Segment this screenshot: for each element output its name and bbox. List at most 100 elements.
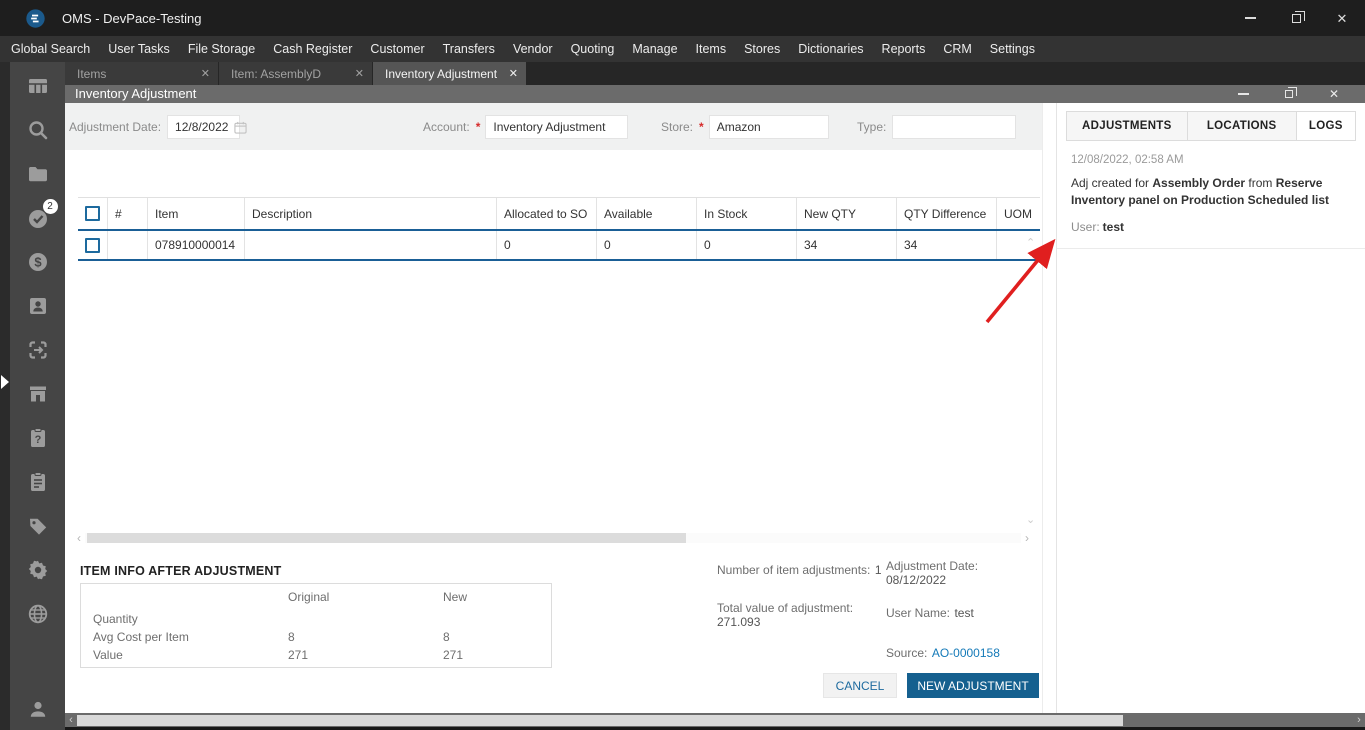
tab-item-assemblyd-label: Item: AssemblyD — [231, 66, 322, 81]
item-info-row-quantity-label: Quantity — [93, 612, 138, 626]
sidebar-expander-arrow-icon[interactable] — [1, 375, 9, 389]
menu-vendor[interactable]: Vendor — [504, 36, 562, 62]
col-uom[interactable]: UOM — [997, 198, 1040, 229]
menu-user-tasks[interactable]: User Tasks — [99, 36, 179, 62]
svg-text:?: ? — [34, 434, 41, 446]
sidebar-item-web[interactable] — [25, 601, 51, 627]
table-scrollbar-thumb[interactable] — [87, 533, 687, 543]
adjustment-date-label: Adjustment Date: — [69, 120, 162, 134]
scroll-down-chevron-icon[interactable]: ⌄ — [1026, 513, 1035, 526]
cell-item: 078910000014 — [148, 231, 245, 259]
sidebar-item-settings[interactable] — [25, 557, 51, 583]
tab-item-assemblyd[interactable]: Item: AssemblyD ✕ — [219, 62, 372, 85]
inner-restore-icon[interactable] — [1284, 87, 1297, 98]
menu-manage[interactable]: Manage — [623, 36, 686, 62]
close-button[interactable]: ✕ — [1319, 0, 1365, 36]
sidebar-item-contacts[interactable] — [25, 293, 51, 319]
sidebar-item-search[interactable] — [25, 117, 51, 143]
table-horizontal-scrollbar[interactable]: ‹ › — [73, 530, 1033, 546]
scroll-left-arrow-icon[interactable]: ‹ — [73, 531, 85, 545]
sidebar-item-tags[interactable] — [25, 513, 51, 539]
minimize-button[interactable] — [1227, 0, 1273, 36]
account-input[interactable]: Inventory Adjustment — [485, 115, 629, 139]
col-number[interactable]: # — [108, 198, 148, 229]
tab-inventory-adjustment[interactable]: Inventory Adjustment ✕ — [373, 62, 526, 85]
window-scrollbar-thumb[interactable] — [77, 714, 1124, 726]
window-scrollbar-track[interactable] — [77, 714, 1353, 726]
menu-settings[interactable]: Settings — [981, 36, 1044, 62]
sidebar-item-dashboard[interactable] — [25, 73, 51, 99]
table-scrollbar-track[interactable] — [85, 533, 1021, 543]
scroll-right-arrow-icon[interactable]: › — [1021, 531, 1033, 545]
cancel-button[interactable]: CANCEL — [823, 673, 897, 698]
col-qty-difference[interactable]: QTY Difference — [897, 198, 997, 229]
side-panel: ADJUSTMENTS LOCATIONS LOGS 12/08/2022, 0… — [1056, 103, 1365, 713]
row-checkbox[interactable] — [85, 237, 100, 253]
sidebar-item-finance[interactable]: $ — [25, 249, 51, 275]
inner-window-titlebar: Inventory Adjustment ✕ — [65, 85, 1365, 103]
col-description[interactable]: Description — [245, 198, 497, 229]
col-available[interactable]: Available — [597, 198, 697, 229]
adjustment-date-input[interactable]: 12/8/2022 — [167, 115, 248, 139]
tab-inventory-adjustment-close-icon[interactable]: ✕ — [509, 67, 518, 80]
summary-adjustment-date-value: 08/12/2022 — [886, 573, 947, 587]
inner-close-icon[interactable]: ✕ — [1329, 88, 1339, 100]
new-adjustment-button[interactable]: NEW ADJUSTMENT — [907, 673, 1039, 698]
col-allocated[interactable]: Allocated to SO — [497, 198, 597, 229]
window-horizontal-scrollbar[interactable]: ‹ › — [65, 713, 1365, 727]
panel-tab-adjustments[interactable]: ADJUSTMENTS — [1066, 111, 1187, 141]
menu-reports[interactable]: Reports — [873, 36, 935, 62]
store-input[interactable]: Amazon — [708, 115, 829, 139]
window-scroll-left-arrow-icon[interactable]: ‹ — [65, 714, 77, 726]
dashboard-icon — [28, 79, 47, 93]
summary-number-value: 1 — [874, 563, 882, 577]
app-title: OMS - DevPace-Testing — [62, 10, 202, 26]
menu-file-storage[interactable]: File Storage — [179, 36, 264, 62]
summary-total-value: Total value of adjustment: 271.093 — [717, 601, 887, 629]
sidebar-item-help-tasks[interactable]: ? — [25, 425, 51, 451]
menu-crm[interactable]: CRM — [934, 36, 980, 62]
log-user: User: test — [1071, 219, 1125, 234]
scroll-up-chevron-icon[interactable]: ⌃ — [1026, 236, 1035, 249]
type-input[interactable] — [892, 115, 1017, 139]
panel-tab-logs[interactable]: LOGS — [1295, 111, 1357, 141]
select-all-checkbox[interactable] — [85, 206, 100, 221]
col-new-qty[interactable]: New QTY — [797, 198, 897, 229]
sidebar-item-orders[interactable] — [25, 469, 51, 495]
cell-new-qty: 34 — [797, 231, 897, 259]
close-icon: ✕ — [1336, 10, 1348, 26]
summary-total-value-number: 271.093 — [717, 615, 761, 629]
sidebar-item-transfers[interactable] — [25, 337, 51, 363]
tab-items-close-icon[interactable]: ✕ — [201, 67, 210, 80]
menu-cash-register[interactable]: Cash Register — [264, 36, 361, 62]
sidebar-item-tasks[interactable]: 2 — [25, 199, 58, 231]
menu-dictionaries[interactable]: Dictionaries — [789, 36, 872, 62]
tab-items-label: Items — [77, 66, 107, 81]
menu-stores[interactable]: Stores — [735, 36, 789, 62]
sidebar-item-profile[interactable] — [25, 696, 51, 722]
menu-customer[interactable]: Customer — [361, 36, 433, 62]
menu-items[interactable]: Items — [687, 36, 736, 62]
panel-tab-locations[interactable]: LOCATIONS — [1186, 111, 1296, 141]
restore-button[interactable] — [1273, 0, 1319, 36]
menu-quoting[interactable]: Quoting — [562, 36, 624, 62]
menu-global-search[interactable]: Global Search — [2, 36, 99, 62]
col-item[interactable]: Item — [148, 198, 245, 229]
tag-icon — [29, 518, 46, 535]
adjustment-items-table: # Item Description Allocated to SO Avail… — [78, 197, 1040, 261]
source-link[interactable]: AO-0000158 — [932, 646, 1000, 660]
inner-minimize-icon[interactable] — [1237, 93, 1249, 95]
tab-item-assemblyd-close-icon[interactable]: ✕ — [355, 67, 364, 80]
table-row[interactable]: 078910000014 0 0 0 34 34 — [78, 231, 1040, 261]
col-in-stock[interactable]: In Stock — [697, 198, 797, 229]
tasks-badge: 2 — [42, 199, 58, 214]
tab-items[interactable]: Items ✕ — [65, 62, 218, 85]
sidebar-item-files[interactable] — [25, 161, 51, 187]
menu-transfers[interactable]: Transfers — [434, 36, 504, 62]
calendar-icon[interactable] — [228, 121, 248, 134]
cell-allocated: 0 — [497, 231, 597, 259]
summary-user-name: User Name: test — [886, 606, 974, 620]
sidebar-item-stores[interactable] — [25, 381, 51, 407]
transfer-box-icon — [28, 341, 47, 359]
window-scroll-right-arrow-icon[interactable]: › — [1353, 714, 1365, 726]
